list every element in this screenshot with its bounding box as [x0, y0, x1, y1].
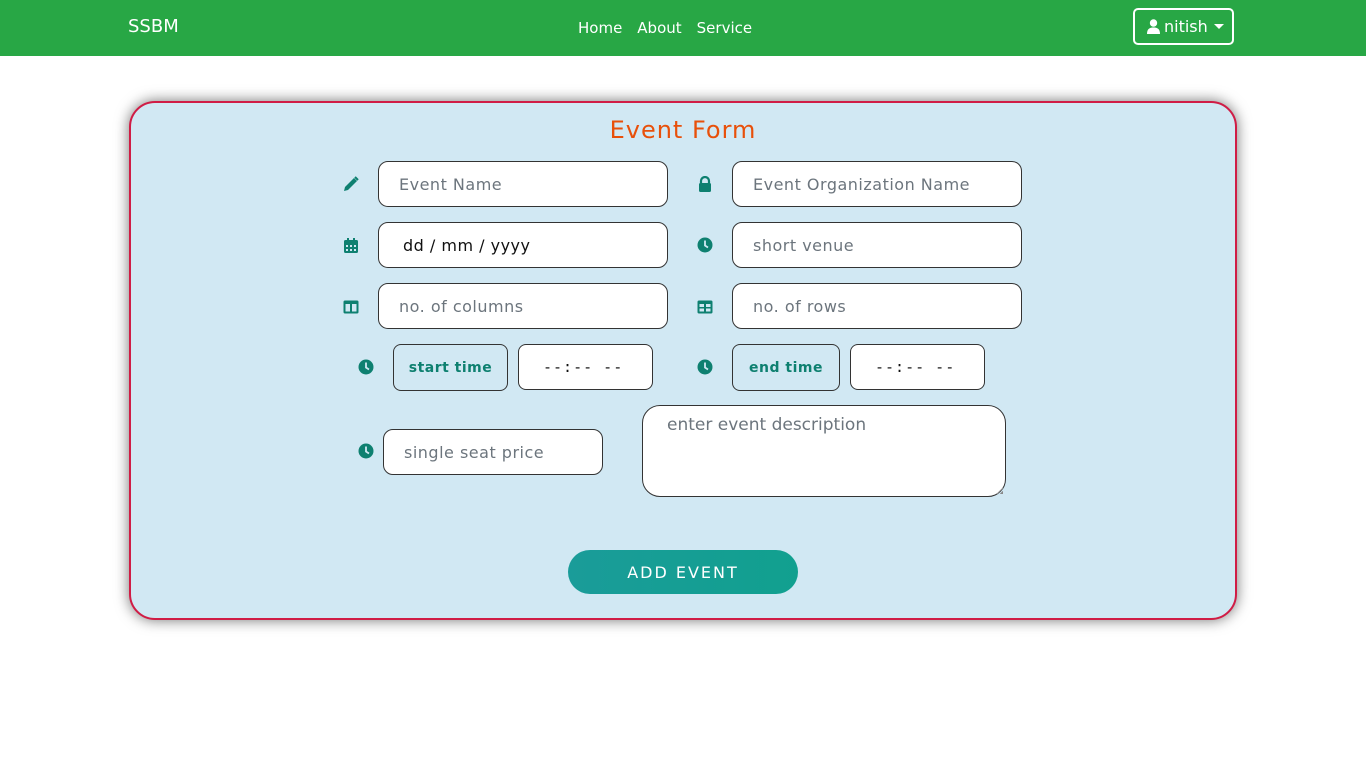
pencil-icon — [344, 176, 359, 191]
brand-logo[interactable]: SSBM — [128, 16, 179, 37]
user-name: nitish — [1164, 17, 1208, 36]
end-time-input[interactable]: --:-- -- — [850, 344, 985, 390]
organization-name-input[interactable]: Event Organization Name — [732, 161, 1022, 207]
end-time-label: end time — [732, 344, 840, 391]
lock-icon — [699, 176, 711, 192]
chevron-down-icon — [1214, 24, 1224, 29]
event-form-card — [129, 101, 1237, 620]
nav-links: Home About Service — [578, 19, 752, 37]
event-name-input[interactable]: Event Name — [378, 161, 668, 207]
user-dropdown-button[interactable]: nitish — [1133, 8, 1234, 45]
event-description-textarea[interactable]: enter event description — [642, 405, 1006, 497]
calendar-icon — [344, 238, 358, 253]
form-title: Event Form — [609, 116, 757, 144]
venue-input[interactable]: short venue — [732, 222, 1022, 268]
navbar: SSBM Home About Service nitish — [0, 0, 1366, 56]
clock-icon — [697, 359, 713, 375]
table-icon — [697, 300, 713, 314]
clock-icon — [358, 443, 374, 459]
start-time-input[interactable]: --:-- -- — [518, 344, 653, 390]
columns-input[interactable]: no. of columns — [378, 283, 668, 329]
start-time-label: start time — [393, 344, 508, 391]
nav-service-link[interactable]: Service — [697, 19, 752, 37]
rows-input[interactable]: no. of rows — [732, 283, 1022, 329]
resize-handle[interactable] — [997, 488, 1003, 494]
add-event-button[interactable]: ADD EVENT — [568, 550, 798, 594]
seat-price-input[interactable]: single seat price — [383, 429, 603, 475]
clock-icon — [358, 359, 374, 375]
columns-icon — [343, 300, 359, 314]
clock-icon — [697, 237, 713, 253]
nav-about-link[interactable]: About — [637, 19, 681, 37]
user-icon — [1147, 19, 1160, 34]
nav-home-link[interactable]: Home — [578, 19, 622, 37]
event-date-input[interactable]: dd / mm / yyyy — [378, 222, 668, 268]
